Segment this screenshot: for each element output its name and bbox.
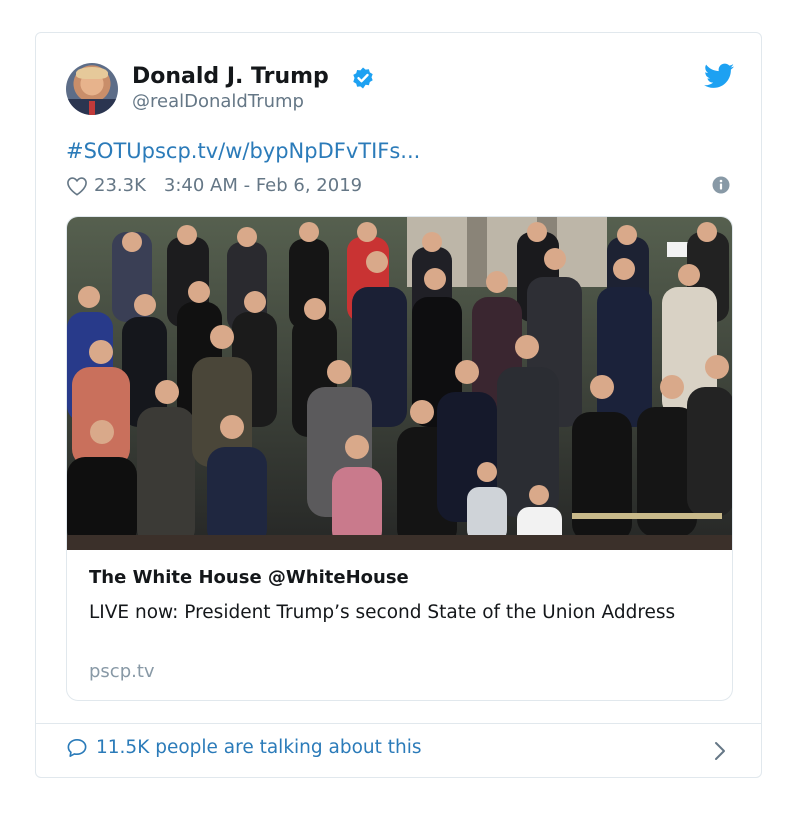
heart-icon[interactable] (66, 176, 88, 196)
preview-image[interactable] (67, 217, 733, 550)
avatar[interactable] (66, 63, 118, 115)
tweet-embed-card[interactable]: Donald J. Trump @realDonaldTrump #SOTUps… (35, 32, 762, 778)
author-name[interactable]: Donald J. Trump (132, 64, 329, 89)
card-description[interactable]: LIVE now: President Trump’s second State… (89, 599, 689, 627)
card-domain[interactable]: pscp.tv (89, 661, 155, 682)
twitter-bird-icon[interactable] (704, 63, 734, 89)
avatar-tie (89, 101, 95, 115)
tweet-meta: 23.3K 3:40 AM - Feb 6, 2019 (66, 175, 362, 196)
conversation-link[interactable]: 11.5K people are talking about this (66, 737, 422, 758)
link-preview-card[interactable]: The White House @WhiteHouse LIVE now: Pr… (66, 216, 733, 701)
conversation-text[interactable]: 11.5K people are talking about this (96, 737, 422, 758)
reply-bubble-icon (67, 738, 87, 757)
footer-divider (36, 723, 761, 724)
chevron-right-icon[interactable] (712, 740, 728, 762)
author-handle[interactable]: @realDonaldTrump (132, 91, 304, 112)
verified-badge-icon (353, 67, 373, 89)
tweet-timestamp[interactable]: 3:40 AM - Feb 6, 2019 (164, 175, 362, 196)
card-title[interactable]: The White House @WhiteHouse (89, 567, 409, 588)
tweet-text-link[interactable]: #SOTUpscp.tv/w/bypNpDFvTIFs... (66, 139, 420, 163)
avatar-hair (76, 67, 108, 79)
info-icon[interactable] (712, 176, 730, 194)
like-count[interactable]: 23.3K (94, 175, 146, 196)
